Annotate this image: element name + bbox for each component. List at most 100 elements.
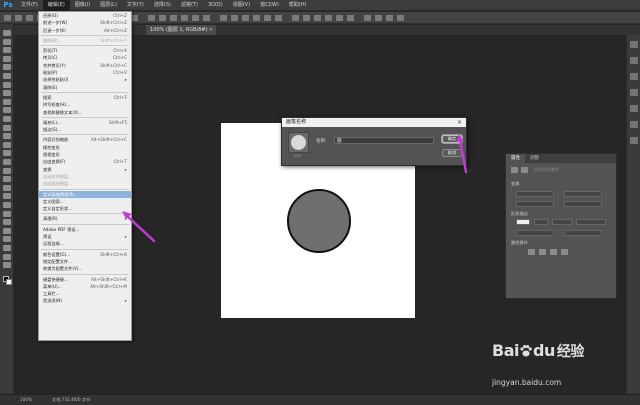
panel-icon[interactable] <box>630 137 638 144</box>
tool-icon[interactable] <box>3 202 11 208</box>
menu-item[interactable]: 文字(Y) <box>122 0 149 11</box>
option-icon[interactable] <box>275 14 282 21</box>
option-icon[interactable] <box>15 14 22 21</box>
tool-icon[interactable] <box>3 81 11 88</box>
menu-item[interactable]: 视图(V) <box>228 0 255 11</box>
edit-menu-item[interactable]: 拼写检查(H)... <box>39 101 131 108</box>
edit-menu-item[interactable]: 查找和替换文本(X)... <box>39 109 131 116</box>
option-icon[interactable] <box>192 14 199 21</box>
panel-icon[interactable] <box>630 41 638 48</box>
corner-field-2[interactable] <box>564 230 602 236</box>
tool-icon[interactable] <box>3 184 11 191</box>
edit-menu-item[interactable]: 键盘快捷键... Alt+Shift+Ctrl+K <box>39 276 131 283</box>
tool-icon[interactable] <box>3 219 11 226</box>
edit-menu-item[interactable]: 前进一步(W) Shift+Ctrl+Z <box>39 19 131 26</box>
tool-icon[interactable] <box>3 90 11 97</box>
option-icon[interactable] <box>314 14 321 21</box>
tool-icon[interactable] <box>3 64 11 71</box>
tool-icon[interactable] <box>3 133 11 140</box>
edit-menu-item[interactable]: 操控变形 <box>39 144 131 151</box>
panel-icon[interactable] <box>630 121 638 128</box>
tool-icon[interactable] <box>3 236 11 243</box>
close-icon[interactable]: × <box>209 25 213 35</box>
menu-item[interactable]: 滤镜(T) <box>176 0 203 11</box>
y-field[interactable] <box>564 201 602 207</box>
option-icon[interactable] <box>347 14 354 21</box>
edit-menu-item[interactable]: 描边(S)... <box>39 126 131 133</box>
tool-icon[interactable] <box>3 167 11 174</box>
menu-item[interactable]: 图层(L) <box>95 0 122 11</box>
option-icon[interactable] <box>303 14 310 21</box>
menu-item[interactable]: 窗口(W) <box>255 0 284 11</box>
tab-properties[interactable]: 属性 <box>506 154 525 163</box>
edit-menu-item[interactable]: 剪切(T) Ctrl+X <box>39 47 131 54</box>
edit-menu-item[interactable]: 内容识别缩放 Alt+Shift+Ctrl+C <box>39 136 131 143</box>
stroke-section[interactable]: 形状描边 <box>511 211 528 217</box>
option-icon[interactable] <box>159 14 166 21</box>
x-field[interactable] <box>516 201 554 207</box>
circle-shape[interactable] <box>287 189 351 253</box>
tool-icon[interactable] <box>3 116 11 122</box>
tool-icon[interactable] <box>3 47 11 54</box>
tool-icon[interactable] <box>3 55 11 62</box>
edit-menu-item[interactable]: 菜单(U)... Alt+Shift+Ctrl+M <box>39 283 131 290</box>
tool-icon[interactable] <box>3 210 11 217</box>
option-icon[interactable] <box>264 14 271 21</box>
exclude-icon[interactable] <box>561 249 568 255</box>
menu-item[interactable]: 图像(I) <box>70 0 95 11</box>
tool-icon[interactable] <box>3 253 11 260</box>
option-icon[interactable] <box>253 14 260 21</box>
option-icon[interactable] <box>364 14 371 21</box>
option-icon[interactable] <box>375 14 382 21</box>
option-icon[interactable] <box>231 14 238 21</box>
option-icon[interactable] <box>242 14 249 21</box>
tool-icon[interactable] <box>3 150 11 157</box>
option-icon[interactable] <box>203 14 210 21</box>
tool-icon[interactable] <box>3 38 11 45</box>
tool-icon[interactable] <box>3 141 11 148</box>
option-icon[interactable] <box>26 14 33 21</box>
option-icon[interactable] <box>325 14 332 21</box>
fill-swatch[interactable] <box>516 219 530 225</box>
panel-icon[interactable] <box>630 89 638 96</box>
edit-menu-item[interactable]: 定义画笔预设(B)... <box>39 190 131 198</box>
option-icon[interactable] <box>292 14 299 21</box>
panel-icon[interactable] <box>630 105 638 112</box>
menu-item[interactable]: 文件(F) <box>16 0 43 11</box>
tool-icon[interactable] <box>3 98 11 105</box>
option-icon[interactable] <box>148 14 155 21</box>
option-icon[interactable] <box>336 14 343 21</box>
edit-menu-item[interactable]: 变换 ▸ <box>39 166 131 173</box>
tool-icon[interactable] <box>3 227 11 234</box>
tool-icon[interactable] <box>3 262 11 269</box>
edit-menu-item[interactable]: 选择性粘贴(I) ▸ <box>39 76 131 83</box>
width-field[interactable] <box>516 191 554 197</box>
option-icon[interactable] <box>386 14 393 21</box>
tool-icon[interactable] <box>3 124 11 131</box>
mask-icon[interactable] <box>521 167 528 173</box>
option-icon[interactable] <box>181 14 188 21</box>
transform-section[interactable]: 变换 <box>511 181 519 187</box>
background-color-swatch[interactable] <box>6 279 12 285</box>
edit-menu-item[interactable]: 后退一步(K) Alt+Ctrl+Z <box>39 27 131 34</box>
edit-menu-item[interactable]: 首选项(N) ▸ <box>39 297 131 304</box>
panel-icon[interactable] <box>630 73 638 80</box>
tool-icon[interactable] <box>3 107 11 114</box>
edit-menu-item[interactable]: 转换为配置文件(V)... <box>39 265 131 272</box>
option-icon[interactable] <box>220 14 227 21</box>
edit-menu-item[interactable]: 工具栏... <box>39 290 131 297</box>
menu-item[interactable]: 3D(D) <box>203 0 228 11</box>
document-tab[interactable]: 100% (图层 1, RGB/8#) × <box>146 25 216 35</box>
subtract-icon[interactable] <box>539 249 546 255</box>
edit-menu-item[interactable]: 粘贴(P) Ctrl+V <box>39 69 131 76</box>
option-icon[interactable] <box>397 14 404 21</box>
edit-menu-item[interactable]: 透视变形 <box>39 151 131 158</box>
combine-icon[interactable] <box>528 249 535 255</box>
zoom-level[interactable]: 100% <box>20 395 32 405</box>
menu-item[interactable]: 编辑(E) <box>42 0 70 11</box>
document-info[interactable]: 文档:732.4K/0 字节 <box>52 395 90 405</box>
edit-menu-item[interactable]: 颜色设置(G)... Shift+Ctrl+K <box>39 251 131 258</box>
tab-adjustments[interactable]: 调整 <box>525 154 544 163</box>
option-icon[interactable] <box>170 14 177 21</box>
edit-menu-item[interactable]: 清除(E) <box>39 84 131 91</box>
